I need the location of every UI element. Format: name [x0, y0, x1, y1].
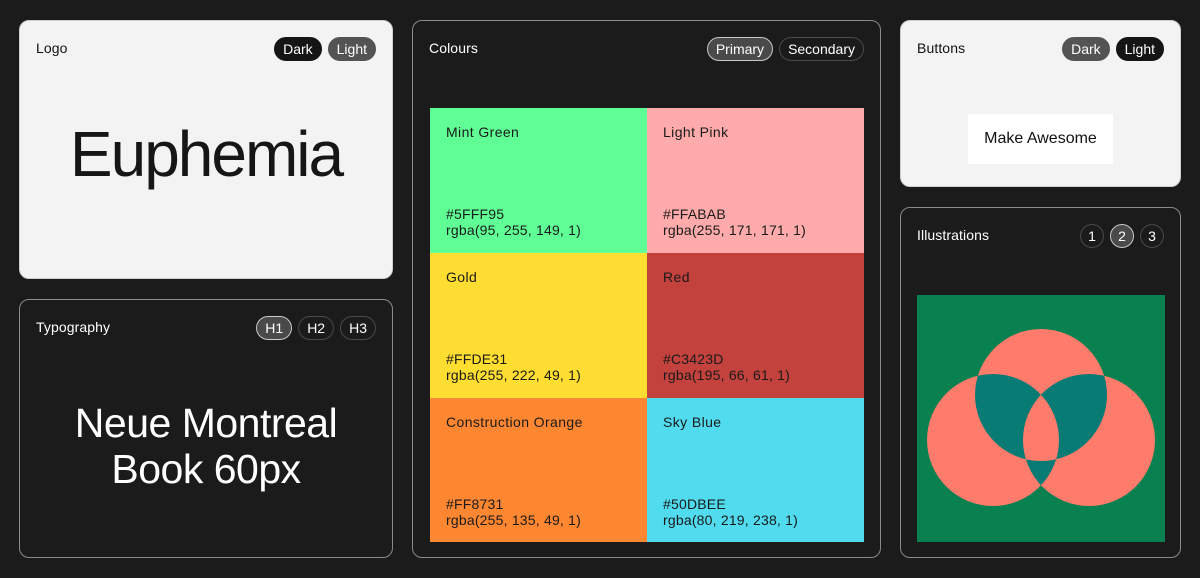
- swatch-rgba: rgba(255, 171, 171, 1): [663, 222, 806, 238]
- typography-sample: Neue Montreal Book 60px: [20, 400, 392, 492]
- swatch-hex: #C3423D: [663, 351, 724, 367]
- buttons-card: Buttons Dark Light Make Awesome: [900, 20, 1181, 187]
- buttons-card-title: Buttons: [917, 40, 966, 56]
- illustration-3-option[interactable]: 3: [1140, 224, 1164, 248]
- logo-dark-option[interactable]: Dark: [274, 37, 322, 61]
- buttons-light-option[interactable]: Light: [1115, 37, 1164, 61]
- logo-wordmark: Euphemia: [69, 118, 344, 190]
- swatch-name: Construction Orange: [446, 414, 583, 430]
- colour-swatch: Sky Blue #50DBEE rgba(80, 219, 238, 1): [647, 398, 864, 542]
- swatch-rgba: rgba(255, 222, 49, 1): [446, 367, 581, 383]
- logo-card: Logo Dark Light Euphemia: [19, 20, 393, 279]
- typography-h2-option[interactable]: H2: [298, 316, 335, 340]
- logo-theme-toggle: Dark Light: [274, 37, 376, 61]
- swatch-name: Red: [663, 269, 690, 285]
- colour-swatch: Gold #FFDE31 rgba(255, 222, 49, 1): [430, 253, 647, 398]
- swatch-name: Sky Blue: [663, 414, 722, 430]
- colours-card: Colours Primary Secondary Mint Green #5F…: [412, 20, 881, 558]
- typography-sample-line2: Book 60px: [111, 446, 301, 492]
- buttons-theme-toggle: Dark Light: [1062, 37, 1164, 61]
- swatch-name: Light Pink: [663, 124, 729, 140]
- colour-swatch: Light Pink #FFABAB rgba(255, 171, 171, 1…: [647, 108, 864, 253]
- swatch-rgba: rgba(195, 66, 61, 1): [663, 367, 790, 383]
- swatch-rgba: rgba(95, 255, 149, 1): [446, 222, 581, 238]
- logo-light-option[interactable]: Light: [327, 37, 376, 61]
- typography-h3-option[interactable]: H3: [340, 316, 376, 340]
- swatch-hex: #FFABAB: [663, 206, 726, 222]
- illustrations-pager: 1 2 3: [1080, 224, 1164, 248]
- illustrations-card-title: Illustrations: [917, 227, 990, 243]
- make-awesome-button[interactable]: Make Awesome: [968, 114, 1113, 164]
- colours-primary-option[interactable]: Primary: [706, 37, 774, 61]
- swatch-hex: #50DBEE: [663, 496, 726, 512]
- colour-swatch: Mint Green #5FFF95 rgba(95, 255, 149, 1): [430, 108, 647, 253]
- illustration-1-option[interactable]: 1: [1080, 224, 1104, 248]
- swatch-hex: #FF8731: [446, 496, 504, 512]
- typography-card: Typography H1 H2 H3 Neue Montreal Book 6…: [19, 299, 393, 558]
- swatch-hex: #FFDE31: [446, 351, 508, 367]
- swatch-hex: #5FFF95: [446, 206, 505, 222]
- logo-card-title: Logo: [36, 40, 68, 56]
- swatch-rgba: rgba(255, 135, 49, 1): [446, 512, 581, 528]
- typography-heading-toggle: H1 H2 H3: [256, 316, 376, 340]
- colours-card-title: Colours: [429, 40, 478, 56]
- colours-palette-toggle: Primary Secondary: [706, 37, 864, 61]
- swatch-name: Gold: [446, 269, 478, 285]
- typography-sample-line1: Neue Montreal: [74, 400, 338, 446]
- swatch-rgba: rgba(80, 219, 238, 1): [663, 512, 798, 528]
- colours-secondary-option[interactable]: Secondary: [779, 37, 864, 61]
- illustration-2-option[interactable]: 2: [1110, 224, 1134, 248]
- colour-swatch: Red #C3423D rgba(195, 66, 61, 1): [647, 253, 864, 398]
- colour-swatch: Construction Orange #FF8731 rgba(255, 13…: [430, 398, 647, 542]
- typography-card-title: Typography: [36, 319, 111, 335]
- swatch-name: Mint Green: [446, 124, 520, 140]
- typography-h1-option[interactable]: H1: [256, 316, 293, 340]
- colour-swatch-grid: Mint Green #5FFF95 rgba(95, 255, 149, 1)…: [430, 108, 864, 542]
- illustrations-card: Illustrations 1 2 3: [900, 207, 1181, 558]
- buttons-dark-option[interactable]: Dark: [1062, 37, 1110, 61]
- venn-circles-illustration: [917, 295, 1165, 542]
